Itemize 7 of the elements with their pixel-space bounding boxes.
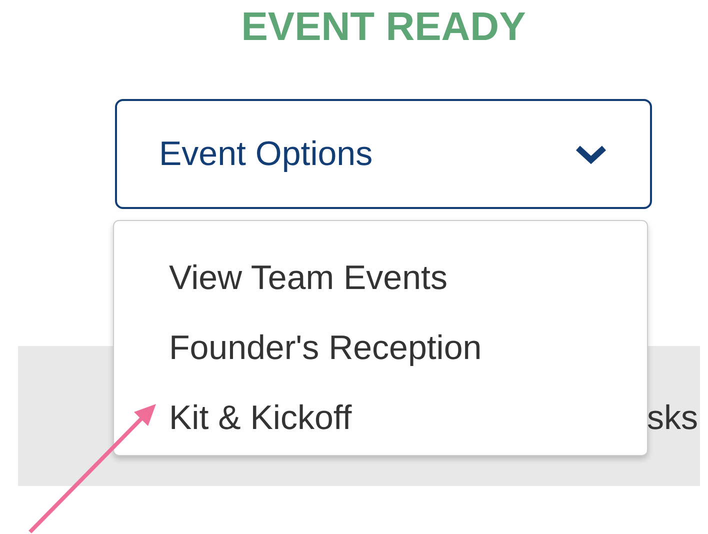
event-options-dropdown[interactable]: Event Options — [115, 99, 652, 209]
chevron-down-icon — [574, 143, 608, 165]
menu-item[interactable]: Founder's Reception — [169, 313, 647, 383]
panel-text: sks — [647, 398, 699, 438]
menu-item[interactable]: Kit & Kickoff — [169, 383, 647, 453]
page-title: EVENT READY — [240, 4, 527, 50]
menu-item[interactable]: View Team Events — [169, 243, 647, 313]
